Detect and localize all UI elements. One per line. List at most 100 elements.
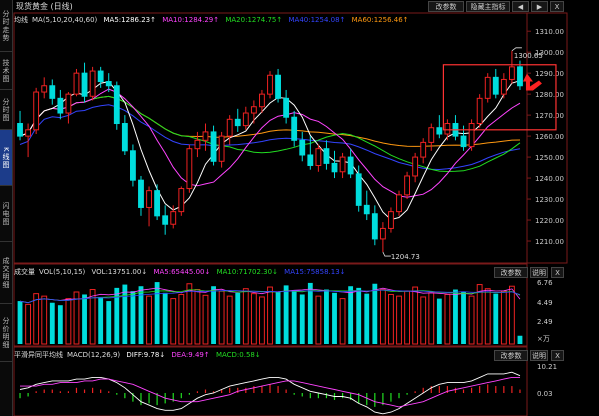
candle-body-down: [81, 72, 88, 97]
candle-body-up: [73, 72, 80, 95]
candle-body-up: [218, 135, 225, 162]
candle-body-up: [444, 123, 451, 135]
candle-body-down: [347, 156, 354, 175]
candle-body-up: [484, 76, 491, 99]
candle: [226, 115, 233, 145]
volume-bar-up: [267, 286, 273, 345]
volume-bar-up: [339, 298, 346, 345]
volume-bar-down: [49, 302, 55, 344]
volume-bar-down: [324, 289, 329, 344]
volume-bar-up: [170, 298, 177, 345]
candle-body-down: [154, 190, 161, 217]
macd-axis-label: 10.21: [537, 363, 557, 371]
candle-body-up: [25, 129, 32, 137]
volume-bar-down: [211, 286, 216, 344]
candle: [412, 152, 419, 183]
candle: [275, 68, 281, 103]
price-label: 1210.00: [535, 238, 564, 246]
volume-bar-up: [500, 290, 507, 345]
candle: [130, 144, 136, 187]
candle: [242, 106, 249, 130]
volume-params-button[interactable]: 改参数: [494, 267, 528, 278]
candle: [299, 131, 306, 162]
candle-body-down: [17, 123, 23, 137]
volume-ma5: MA5:65445.00↓: [153, 268, 211, 276]
volume-bar-down: [436, 298, 442, 344]
high-pointer: [511, 47, 522, 52]
volume-bar-down: [82, 294, 87, 344]
candle-body-up: [226, 118, 233, 137]
volume-bar-down: [130, 291, 136, 344]
volume-bar-down: [332, 292, 337, 344]
candle: [194, 131, 201, 158]
candle: [73, 68, 80, 97]
ma40-line: [19, 104, 521, 171]
price-label: 1260.00: [535, 133, 564, 141]
candle-body-up: [404, 175, 410, 196]
macd-title: 平滑异同平均线: [14, 351, 63, 359]
candle: [25, 123, 32, 158]
candle: [420, 138, 427, 164]
candle-body-up: [259, 93, 265, 108]
volume-bar-down: [283, 285, 289, 344]
candle: [234, 108, 241, 132]
candle: [41, 77, 48, 99]
candle-body-down: [234, 118, 241, 127]
volume-bar-up: [33, 293, 40, 345]
price-label: 1270.00: [535, 112, 564, 120]
macd-help-button[interactable]: 说明: [530, 350, 548, 361]
volume-bar-down: [235, 292, 241, 344]
volume-bar-up: [65, 298, 72, 345]
price-label: 1240.00: [535, 175, 564, 183]
volume-bar-down: [372, 283, 378, 344]
candle-body-down: [299, 139, 306, 156]
volume-axis-label: ×万: [537, 335, 550, 343]
volume-bar-up: [250, 293, 257, 345]
candle-body-down: [355, 173, 362, 206]
candle-body-down: [307, 154, 314, 166]
volume-bar-down: [356, 287, 362, 344]
candle: [436, 115, 443, 139]
volume-bar-up: [396, 295, 402, 345]
ma60-line: [19, 95, 521, 147]
candle-body-down: [371, 213, 378, 240]
candle: [379, 222, 386, 253]
volume-bar-up: [315, 295, 322, 345]
candle-body-up: [89, 70, 96, 97]
candle: [404, 171, 410, 200]
candle-body-up: [41, 85, 48, 93]
volume-help-button[interactable]: 说明: [530, 267, 548, 278]
candle: [339, 152, 346, 179]
candle-body-up: [388, 211, 394, 229]
volume-axis-label: 4.49: [537, 299, 553, 307]
volume-ma10: MA10:71702.30↓: [216, 268, 278, 276]
candle-body-down: [138, 179, 144, 208]
candle-body-up: [186, 148, 193, 190]
macd-header: 平滑异同平均线 MACD(12,26,9) DIFF:9.78↓ DEA:9.49…: [14, 349, 504, 361]
candle: [468, 119, 475, 151]
volume-bar-up: [186, 283, 193, 345]
volume-bar-up: [444, 293, 451, 345]
volume-bar-up: [404, 290, 410, 345]
candle-body-up: [379, 227, 386, 240]
candle-body-up: [267, 74, 273, 95]
candle: [162, 205, 169, 235]
volume-axis-label: 6.76: [537, 279, 553, 287]
volume-close-button[interactable]: X: [551, 267, 564, 278]
candle: [428, 123, 435, 151]
volume-bar-up: [178, 293, 185, 345]
candle: [49, 79, 56, 105]
candle-body-up: [508, 66, 515, 80]
volume-title: 成交量: [14, 268, 35, 276]
candle: [283, 89, 290, 124]
candle: [105, 73, 112, 93]
volume-bar-down: [106, 301, 112, 344]
macd-diff: DIFF:9.78↓: [126, 351, 166, 359]
macd-params-button[interactable]: 改参数: [494, 350, 528, 361]
candle: [363, 190, 370, 221]
volume-bar-up: [468, 295, 475, 345]
macd-close-button[interactable]: X: [551, 350, 564, 361]
candle: [121, 115, 128, 155]
candle: [388, 207, 394, 233]
volume-bar-down: [453, 289, 458, 344]
